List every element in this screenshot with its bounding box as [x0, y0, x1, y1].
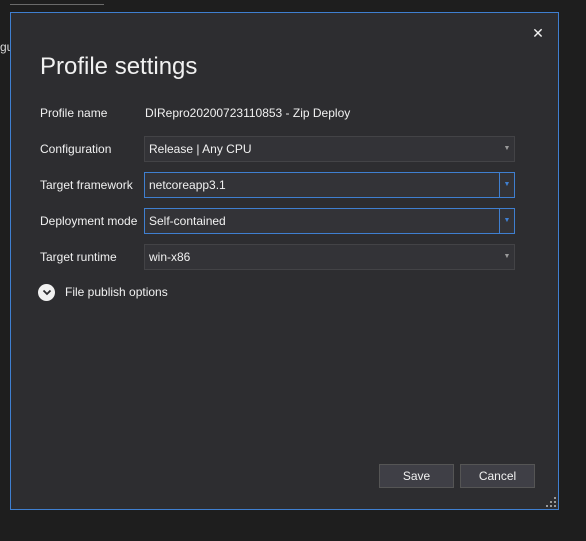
- close-button[interactable]: ✕: [530, 25, 546, 41]
- target-framework-selected-value: netcoreapp3.1: [149, 178, 226, 192]
- dropdown-arrow-icon: ▼: [499, 173, 514, 197]
- resize-grip-icon[interactable]: [546, 497, 556, 507]
- target-framework-dropdown[interactable]: netcoreapp3.1 ▼: [144, 172, 515, 198]
- cancel-button[interactable]: Cancel: [460, 464, 535, 488]
- background-divider: [10, 4, 104, 5]
- configuration-label: Configuration: [40, 142, 112, 156]
- deployment-mode-dropdown[interactable]: Self-contained ▼: [144, 208, 515, 234]
- target-runtime-selected-value: win-x86: [149, 250, 191, 264]
- configuration-selected-value: Release | Any CPU: [149, 142, 252, 156]
- dropdown-arrow-icon: ▼: [499, 209, 514, 233]
- dialog-title: Profile settings: [40, 53, 198, 80]
- profile-name-value: DIRepro20200723110853 - Zip Deploy: [145, 106, 351, 120]
- target-runtime-label: Target runtime: [40, 250, 117, 264]
- save-button[interactable]: Save: [379, 464, 454, 488]
- deployment-mode-label: Deployment mode: [40, 214, 138, 228]
- target-framework-label: Target framework: [40, 178, 133, 192]
- chevron-down-circle-icon: [38, 283, 55, 301]
- file-publish-options-expander[interactable]: File publish options: [38, 283, 168, 301]
- profile-name-label: Profile name: [40, 106, 108, 120]
- target-runtime-dropdown[interactable]: win-x86 ▼: [144, 244, 515, 270]
- dropdown-arrow-icon: ▼: [503, 253, 511, 260]
- dropdown-arrow-icon: ▼: [503, 145, 511, 152]
- file-publish-options-label: File publish options: [65, 285, 168, 299]
- close-icon: ✕: [532, 25, 544, 41]
- configuration-dropdown[interactable]: Release | Any CPU ▼: [144, 136, 515, 162]
- deployment-mode-selected-value: Self-contained: [149, 214, 226, 228]
- profile-settings-dialog: ✕ Profile settings Profile name DIRepro2…: [10, 12, 559, 510]
